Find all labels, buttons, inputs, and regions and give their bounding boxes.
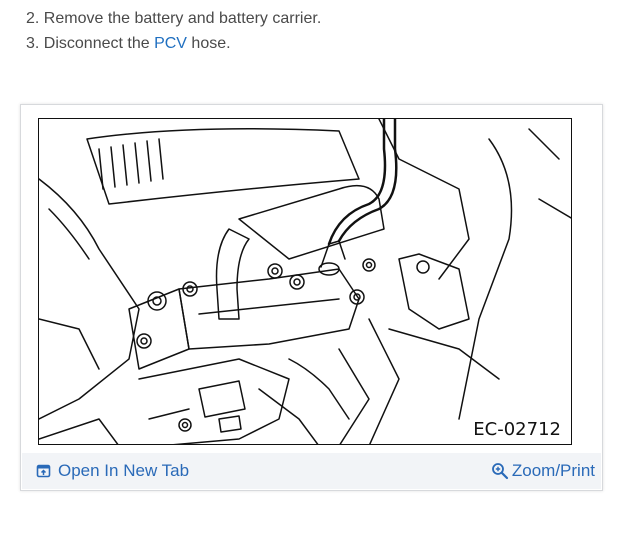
open-in-new-tab-button[interactable]: Open In New Tab xyxy=(36,461,189,481)
figure-code: EC-02712 xyxy=(471,419,563,440)
open-in-new-tab-icon xyxy=(36,463,52,479)
figure-card: EC-02712 Open In New Tab Zoom/Print xyxy=(20,104,603,491)
step-3: 3. Disconnect the PCV hose. xyxy=(26,31,321,56)
step-2-text: 2. Remove the battery and battery carrie… xyxy=(26,10,322,27)
pcv-link[interactable]: PCV xyxy=(154,35,187,52)
engine-illustration xyxy=(39,119,571,444)
step-2: 2. Remove the battery and battery carrie… xyxy=(26,6,321,31)
figure-frame: EC-02712 xyxy=(38,118,572,445)
step-3-prefix: 3. Disconnect the xyxy=(26,35,155,52)
open-in-new-tab-label: Open In New Tab xyxy=(58,461,190,480)
magnifier-icon xyxy=(491,462,509,480)
step-3-suffix: hose. xyxy=(186,35,231,52)
instructions: 2. Remove the battery and battery carrie… xyxy=(26,6,321,56)
figure-footer: Open In New Tab Zoom/Print xyxy=(22,453,601,489)
zoom-print-label: Zoom/Print xyxy=(511,461,595,480)
zoom-print-button[interactable]: Zoom/Print xyxy=(491,461,595,481)
